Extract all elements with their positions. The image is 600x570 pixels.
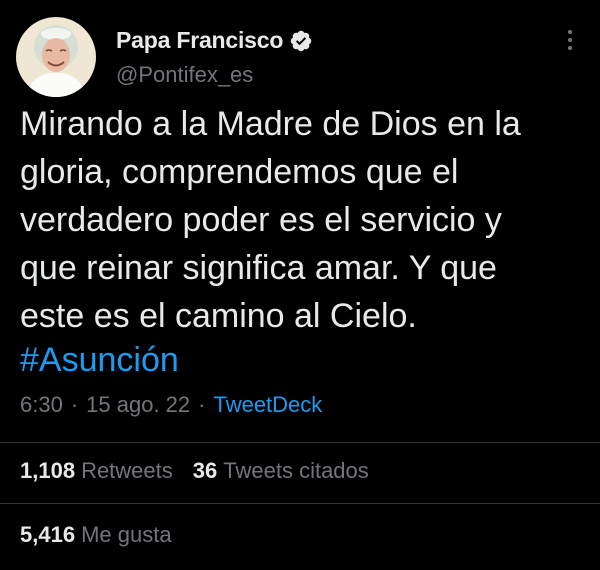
more-options-icon: [568, 30, 572, 50]
author-name-row[interactable]: Papa Francisco: [116, 27, 313, 54]
avatar-image: [16, 17, 96, 97]
tweet-text: Mirando a la Madre de Dios en la gloria,…: [20, 105, 521, 335]
likes-stat[interactable]: 5,416 Me gusta: [20, 522, 172, 548]
separator-dot: ·: [198, 392, 206, 417]
quote-tweets-stat[interactable]: 36 Tweets citados: [193, 458, 369, 484]
likes-count: 5,416: [20, 522, 76, 547]
tweet-date[interactable]: 15 ago. 22: [86, 392, 190, 418]
quote-tweets-count: 36: [192, 458, 218, 483]
retweets-count: 1,108: [20, 458, 76, 483]
avatar[interactable]: [16, 17, 96, 97]
quote-tweets-label: Tweets citados: [223, 458, 369, 483]
retweets-stat[interactable]: 1,108 Retweets: [20, 458, 173, 484]
divider: [0, 503, 600, 504]
divider: [0, 442, 600, 443]
tweet-card: Papa Francisco @Pontifex_es Mirando a la…: [0, 0, 600, 570]
retweets-label: Retweets: [81, 458, 173, 483]
hashtag-link[interactable]: #Asunción: [20, 336, 179, 384]
tweet-time[interactable]: 6:30: [20, 392, 63, 418]
separator-dot: ·: [70, 392, 79, 417]
verified-badge-icon: [290, 30, 312, 51]
tweet-source-link[interactable]: TweetDeck: [213, 392, 322, 418]
engagement-stats: 1,108 Retweets 36 Tweets citados: [20, 458, 369, 484]
more-options-button[interactable]: [556, 26, 584, 54]
tweet-metadata: 6:30 · 15 ago. 22 · TweetDeck: [20, 392, 322, 418]
author-handle[interactable]: @Pontifex_es: [116, 62, 253, 88]
author-display-name[interactable]: Papa Francisco: [116, 27, 283, 54]
likes-stats: 5,416 Me gusta: [20, 522, 172, 548]
likes-label: Me gusta: [81, 522, 172, 547]
